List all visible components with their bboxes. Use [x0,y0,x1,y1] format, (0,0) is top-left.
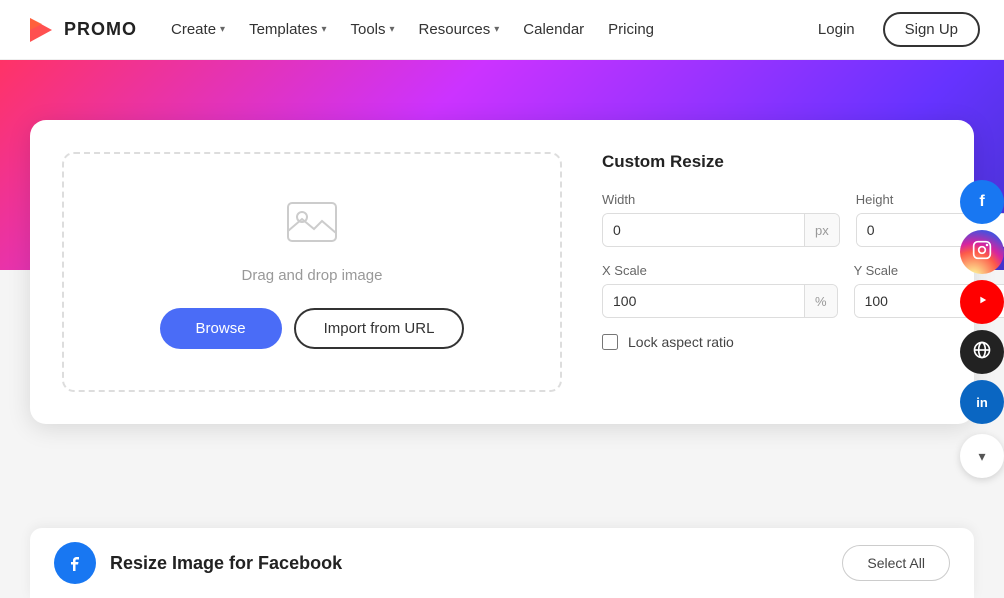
login-button[interactable]: Login [802,14,871,45]
image-placeholder-icon [284,195,340,251]
width-label: Width [602,192,840,207]
social-sidebar: f in ▾ [960,180,1004,478]
nav-tools[interactable]: Tools ▾ [340,15,404,44]
xscale-unit: % [804,285,837,317]
social-expand-button[interactable]: ▾ [960,434,1004,478]
width-unit: px [804,214,839,246]
linkedin-social-button[interactable]: in [960,380,1004,424]
main-card: Drag and drop image Browse Import from U… [30,120,974,424]
drag-drop-label: Drag and drop image [242,267,383,284]
resize-panel: Custom Resize Width px Height px [602,152,942,392]
globe-icon [972,340,992,365]
xscale-input[interactable] [603,285,804,317]
facebook-social-button[interactable]: f [960,180,1004,224]
width-input[interactable] [603,214,804,246]
browse-button[interactable]: Browse [160,308,282,349]
chevron-down-icon: ▾ [220,24,225,35]
bottom-section-title: Resize Image for Facebook [110,553,842,574]
lock-aspect-row: Lock aspect ratio [602,334,942,350]
import-url-button[interactable]: Import from URL [294,308,465,349]
facebook-icon: f [979,193,984,211]
chevron-down-icon: ▾ [390,24,395,35]
lock-aspect-label[interactable]: Lock aspect ratio [628,334,734,350]
chevron-down-icon: ▾ [494,24,499,35]
upload-area: Drag and drop image Browse Import from U… [62,152,562,392]
facebook-large-icon [54,542,96,584]
linkedin-icon: in [976,395,988,410]
scale-row: X Scale % Y Scale % [602,263,942,318]
xscale-label: X Scale [602,263,838,278]
youtube-icon [972,290,992,315]
xscale-field: X Scale % [602,263,838,318]
nav-templates[interactable]: Templates ▾ [239,15,336,44]
bottom-section: Resize Image for Facebook Select All [30,528,974,598]
width-height-row: Width px Height px [602,192,942,247]
chevron-down-icon: ▾ [321,24,326,35]
lock-aspect-checkbox[interactable] [602,334,618,350]
image-icon-svg [284,195,340,251]
web-social-button[interactable] [960,330,1004,374]
nav-create[interactable]: Create ▾ [161,15,235,44]
instagram-icon [972,240,992,265]
resize-title: Custom Resize [602,152,942,172]
logo[interactable]: PROMO [24,14,137,46]
instagram-social-button[interactable] [960,230,1004,274]
logo-text: PROMO [64,19,137,40]
logo-icon [24,14,56,46]
chevron-down-icon: ▾ [978,448,985,465]
nav-pricing[interactable]: Pricing [598,15,664,44]
width-field: Width px [602,192,840,247]
select-all-button[interactable]: Select All [842,545,950,581]
width-input-group: px [602,213,840,247]
nav-calendar[interactable]: Calendar [513,15,594,44]
nav: Create ▾ Templates ▾ Tools ▾ Resources ▾… [161,15,802,44]
header: PROMO Create ▾ Templates ▾ Tools ▾ Resou… [0,0,1004,60]
xscale-input-group: % [602,284,838,318]
youtube-social-button[interactable] [960,280,1004,324]
upload-buttons: Browse Import from URL [160,308,465,349]
signup-button[interactable]: Sign Up [883,12,980,47]
nav-resources[interactable]: Resources ▾ [409,15,510,44]
nav-actions: Login Sign Up [802,12,980,47]
